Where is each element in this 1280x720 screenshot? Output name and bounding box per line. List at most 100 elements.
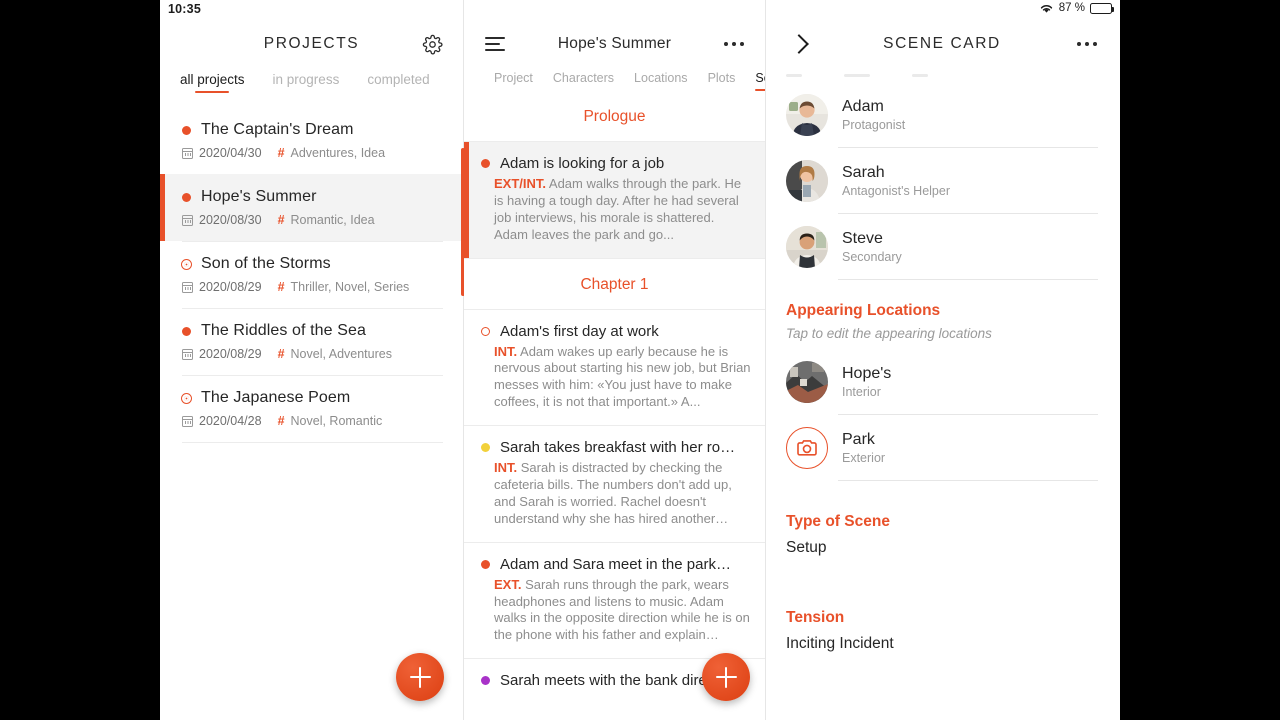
list-item[interactable]: The Japanese Poem 2020/04/28 # Novel, Ro… xyxy=(160,375,463,442)
location-kind: Interior xyxy=(842,385,881,399)
location-name: Hope's xyxy=(842,365,892,382)
scene-body-text: Sarah runs through the park, wears headp… xyxy=(494,576,750,643)
calendar-icon xyxy=(182,214,193,226)
chevron-right-icon[interactable] xyxy=(780,34,814,54)
status-dot-icon xyxy=(481,159,490,168)
scene-synopsis: INT. Sarah is distracted by checking the… xyxy=(494,460,751,528)
character-info: Sarah Antagonist's Helper xyxy=(842,164,950,198)
section-heading: Prologue xyxy=(464,91,765,142)
list-item[interactable]: Sarah takes breakfast with her ro… INT. … xyxy=(464,426,765,543)
scenes-list: Prologue Adam is looking for a job EXT/I… xyxy=(464,91,765,703)
project-name: The Riddles of the Sea xyxy=(201,322,366,339)
list-item[interactable]: Adam Protagonist xyxy=(766,82,1118,148)
list-item[interactable]: Park Exterior xyxy=(766,415,1118,481)
tab-project[interactable]: Project xyxy=(494,71,533,91)
location-info: Hope's Interior xyxy=(842,365,891,399)
scene-tag: EXT/INT. xyxy=(494,176,547,191)
scenes-header: Hope's Summer xyxy=(464,0,765,66)
character-role: Protagonist xyxy=(842,118,906,132)
status-dot-icon xyxy=(182,125,191,135)
list-item[interactable]: Adam's first day at work INT. Adam wakes… xyxy=(464,310,765,427)
more-options-icon[interactable] xyxy=(1070,41,1104,47)
calendar-icon xyxy=(182,281,193,293)
tab-plots[interactable]: Plots xyxy=(708,71,736,91)
scene-card-header: SCENE CARD xyxy=(766,0,1118,66)
tab-completed[interactable]: completed xyxy=(367,72,429,93)
scene-card-panel: SCENE CARD Adam Protagonist Sarah Antago… xyxy=(766,0,1118,720)
character-role: Secondary xyxy=(842,250,902,264)
hash-icon: # xyxy=(277,414,285,428)
character-info: Adam Protagonist xyxy=(842,98,905,132)
character-name: Steve xyxy=(842,230,883,247)
scene-title: Sarah takes breakfast with her ro… xyxy=(500,439,736,457)
list-item[interactable]: Adam is looking for a job EXT/INT. Adam … xyxy=(464,142,765,258)
page-title: PROJECTS xyxy=(263,35,360,52)
status-dot-icon xyxy=(182,192,191,202)
appearing-locations-list: Hope's Interior Park Exterior xyxy=(766,349,1118,481)
status-dot-icon xyxy=(182,326,191,336)
project-date: 2020/04/28 xyxy=(199,414,262,428)
scene-tag: INT. xyxy=(494,460,518,476)
list-item[interactable]: Steve Secondary xyxy=(766,214,1118,280)
location-kind: Exterior xyxy=(842,451,886,465)
appearing-locations-hint: Tap to edit the appearing locations xyxy=(786,326,992,341)
scene-tag: EXT. xyxy=(494,576,522,592)
list-item[interactable]: Hope's Interior xyxy=(766,349,1118,415)
gear-icon[interactable] xyxy=(415,34,449,55)
tension-title: Tension xyxy=(786,609,845,626)
list-item[interactable]: Adam and Sara meet in the park… EXT. Sar… xyxy=(464,543,765,660)
tab-characters[interactable]: Characters xyxy=(553,71,614,91)
avatar xyxy=(786,160,828,202)
type-of-scene-title: Type of Scene xyxy=(786,513,890,530)
project-name: The Captain's Dream xyxy=(201,121,354,138)
divider xyxy=(182,375,443,376)
list-item[interactable]: The Riddles of the Sea 2020/08/29 # Nove… xyxy=(160,308,463,375)
add-project-button[interactable] xyxy=(396,653,444,701)
list-item[interactable]: Hope's Summer 2020/08/30 # Romantic, Ide… xyxy=(160,174,463,241)
camera-icon xyxy=(786,427,828,469)
calendar-icon xyxy=(182,147,193,159)
project-tags: Novel, Adventures xyxy=(290,347,392,361)
status-dot-icon xyxy=(481,326,490,336)
character-name: Adam xyxy=(842,98,884,115)
avatar xyxy=(786,226,828,268)
hash-icon: # xyxy=(277,280,285,294)
project-filter-tabs: all projects in progress completed xyxy=(160,66,463,93)
project-title: Hope's Summer xyxy=(557,35,672,52)
list-item[interactable]: The Captain's Dream 2020/04/30 # Adventu… xyxy=(160,107,463,174)
page-title: SCENE CARD xyxy=(883,35,1001,52)
character-name: Sarah xyxy=(842,164,885,181)
character-info: Steve Secondary xyxy=(842,230,902,264)
scene-title: Sarah meets with the bank direct… xyxy=(500,672,734,690)
location-info: Park Exterior xyxy=(842,431,885,465)
projects-list: The Captain's Dream 2020/04/30 # Adventu… xyxy=(160,107,463,443)
divider xyxy=(182,241,443,242)
add-scene-button[interactable] xyxy=(702,653,750,701)
tension-value[interactable]: Inciting Incident xyxy=(766,627,1118,653)
tab-locations[interactable]: Locations xyxy=(634,71,688,91)
tab-all-projects[interactable]: all projects xyxy=(180,72,245,93)
project-name: The Japanese Poem xyxy=(201,389,351,406)
project-tags: Adventures, Idea xyxy=(290,146,386,160)
project-tags: Thriller, Novel, Series xyxy=(290,280,410,294)
appearing-characters-list: Adam Protagonist Sarah Antagonist's Help… xyxy=(766,82,1118,280)
project-date: 2020/08/30 xyxy=(199,213,262,227)
hash-icon: # xyxy=(277,347,285,361)
appearing-locations-title: Appearing Locations xyxy=(786,302,941,319)
more-options-icon[interactable] xyxy=(717,41,751,47)
hamburger-icon[interactable] xyxy=(478,37,512,51)
projects-panel: PROJECTS all projects in progress comple… xyxy=(160,0,465,720)
calendar-icon xyxy=(182,415,193,427)
projects-header: PROJECTS xyxy=(160,0,463,66)
project-tags: Novel, Romantic xyxy=(290,414,383,428)
tab-scenes[interactable]: Sce xyxy=(755,71,765,91)
list-item[interactable]: Sarah Antagonist's Helper xyxy=(766,148,1118,214)
status-dot-icon xyxy=(181,392,192,404)
avatar xyxy=(786,94,828,136)
type-of-scene-value[interactable]: Setup xyxy=(766,531,1118,557)
list-item[interactable]: Son of the Storms 2020/08/29 # Thriller,… xyxy=(160,241,463,308)
app-window: 10:35 87 % PROJECTS all projects in prog… xyxy=(160,0,1120,720)
project-date: 2020/08/29 xyxy=(199,347,262,361)
tab-in-progress[interactable]: in progress xyxy=(273,72,340,93)
calendar-icon xyxy=(182,348,193,360)
